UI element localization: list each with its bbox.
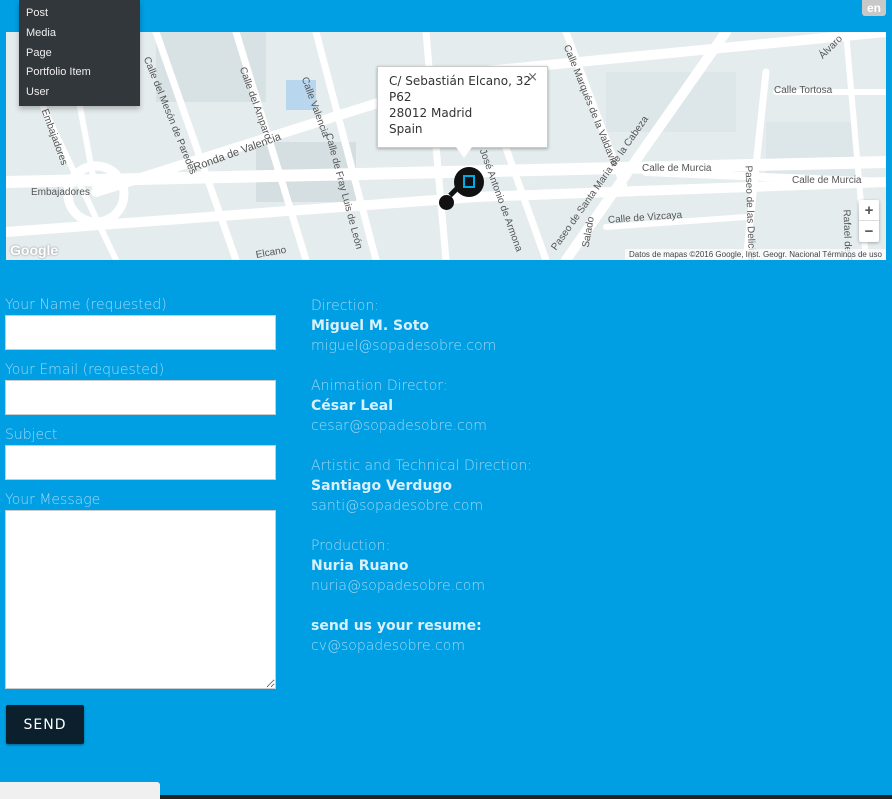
info-address-line-3: 28012 Madrid bbox=[389, 106, 473, 120]
map-info-window: × C/ Sebastián Elcano, 32 P62 28012 Madr… bbox=[377, 66, 548, 158]
language-badge[interactable]: en bbox=[861, 0, 886, 16]
info-address-line-2: P62 bbox=[389, 90, 412, 104]
contact-email[interactable]: nuria@sopadesobre.com bbox=[311, 576, 711, 596]
admin-menu-item-media[interactable]: Media bbox=[19, 24, 140, 44]
google-logo[interactable]: Google bbox=[10, 242, 58, 258]
marker-dot bbox=[439, 195, 454, 210]
info-address-line-1: C/ Sebastián Elcano, 32 bbox=[389, 74, 531, 88]
admin-menu-item-post[interactable]: Post bbox=[19, 4, 140, 24]
contact-group: Animation Director: César Leal cesar@sop… bbox=[311, 376, 711, 436]
bottom-bar bbox=[160, 795, 892, 799]
contact-person: Nuria Ruano bbox=[311, 558, 409, 574]
email-input[interactable] bbox=[5, 380, 276, 415]
contact-email[interactable]: cesar@sopadesobre.com bbox=[311, 416, 711, 436]
contact-role: Animation Director: bbox=[311, 378, 448, 394]
contact-group: Artistic and Technical Direction: Santia… bbox=[311, 456, 711, 516]
resume-group: send us your resume: cv@sopadesobre.com bbox=[311, 616, 711, 656]
map-label-calle-tortosa: Calle Tortosa bbox=[774, 85, 833, 96]
contact-person: Miguel M. Soto bbox=[311, 318, 430, 334]
map-label-embajadores: Embajadores bbox=[31, 187, 90, 198]
marker-square-icon bbox=[463, 175, 475, 188]
send-button[interactable]: SEND bbox=[6, 705, 84, 744]
name-input[interactable] bbox=[5, 315, 276, 350]
admin-menu-item-page[interactable]: Page bbox=[19, 44, 140, 64]
info-close-icon[interactable]: × bbox=[527, 70, 538, 86]
map-label-calle-murcia-2: Calle de Murcia bbox=[792, 175, 862, 186]
resume-email[interactable]: cv@sopadesobre.com bbox=[311, 636, 711, 656]
map-attribution[interactable]: Datos de mapas ©2016 Google, Inst. Geogr… bbox=[625, 249, 886, 260]
contact-email[interactable]: santi@sopadesobre.com bbox=[311, 496, 711, 516]
name-label: Your Name (requested) bbox=[5, 297, 167, 313]
message-textarea[interactable] bbox=[5, 510, 276, 689]
info-address-line-4: Spain bbox=[389, 122, 423, 136]
zoom-control: + − bbox=[859, 200, 879, 242]
contact-person: César Leal bbox=[311, 398, 393, 414]
subject-label: Subject bbox=[5, 427, 58, 443]
contact-form: Your Name (requested) Your Email (reques… bbox=[5, 296, 277, 689]
subject-input[interactable] bbox=[5, 445, 276, 480]
contact-role: Production: bbox=[311, 538, 391, 554]
contact-role: Direction: bbox=[311, 298, 379, 314]
message-label: Your Message bbox=[5, 492, 101, 508]
contact-role: Artistic and Technical Direction: bbox=[311, 458, 533, 474]
email-label: Your Email (requested) bbox=[5, 362, 165, 378]
zoom-in-button[interactable]: + bbox=[859, 200, 879, 221]
map-label-calle-murcia-1: Calle de Murcia bbox=[642, 163, 712, 174]
map-marker[interactable] bbox=[454, 167, 484, 197]
admin-menu-item-portfolio[interactable]: Portfolio Item bbox=[19, 63, 140, 83]
admin-menu-item-user[interactable]: User bbox=[19, 83, 140, 103]
bottom-tab[interactable] bbox=[0, 782, 160, 799]
contact-email[interactable]: miguel@sopadesobre.com bbox=[311, 336, 711, 356]
contact-group: Production: Nuria Ruano nuria@sopadesobr… bbox=[311, 536, 711, 596]
admin-new-menu: Post Media Page Portfolio Item User bbox=[19, 0, 140, 106]
zoom-out-button[interactable]: − bbox=[859, 221, 879, 242]
contact-person: Santiago Verdugo bbox=[311, 478, 453, 494]
contact-group: Direction: Miguel M. Soto miguel@sopades… bbox=[311, 296, 711, 356]
contact-list: Direction: Miguel M. Soto miguel@sopades… bbox=[311, 296, 711, 676]
resume-title: send us your resume: bbox=[311, 618, 482, 634]
